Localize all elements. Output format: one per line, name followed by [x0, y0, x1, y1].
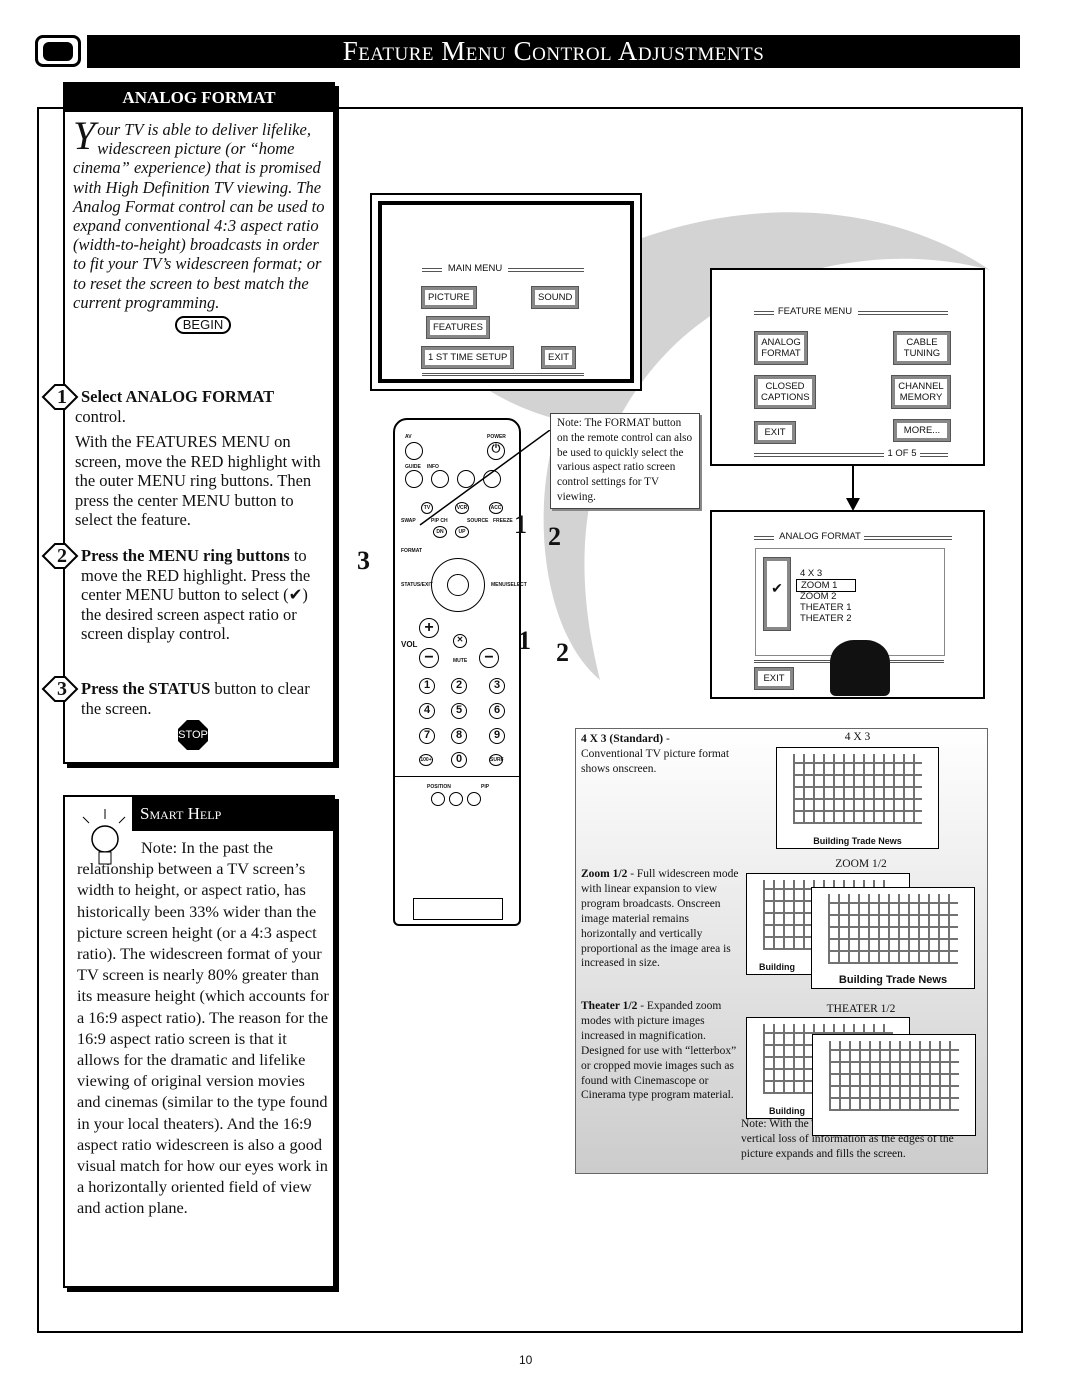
digit-8-button[interactable]: 8	[451, 728, 467, 744]
intro-text: Your TV is able to deliver lifelike, wid…	[73, 113, 333, 335]
main-menu-screen: MAIN MENU PICTURE SOUND FEATURES 1 ST TI…	[370, 193, 642, 391]
step-title: Press the STATUS	[81, 679, 211, 698]
format-4x3-desc: 4 X 3 (Standard) - Conventional TV pictu…	[581, 733, 730, 775]
page-indicator: 1 OF 5	[887, 448, 917, 459]
analog-format-panel: ANALOG FORMAT Your TV is able to deliver…	[41, 82, 335, 764]
more-button[interactable]: MORE...	[893, 419, 951, 442]
format-theater-desc: Theater 1/2 - Expanded zoom modes with p…	[581, 1000, 737, 1102]
vol-label: VOL	[401, 640, 418, 649]
option-theater-1[interactable]: THEATER 1	[800, 602, 852, 613]
format-note: Note: The FORMAT button on the remote co…	[550, 413, 700, 509]
digit-4-button[interactable]: 4	[419, 703, 435, 719]
pip-label: PIP	[481, 784, 490, 790]
volume-down-button[interactable]: −	[419, 648, 439, 668]
step-title: Select ANALOG FORMAT	[81, 387, 275, 406]
format-label: 4 X 3	[844, 731, 871, 743]
format-label: THEATER 1/2	[826, 1003, 896, 1015]
check-icon: ✔	[763, 557, 791, 631]
cable-tuning-button[interactable]: CABLE TUNING	[893, 331, 951, 365]
page-title: Feature Menu Control Adjustments	[87, 35, 1020, 68]
analog-format-button[interactable]: ANALOG FORMAT	[754, 331, 808, 365]
picture-4x3: Building Trade News	[776, 747, 939, 849]
status-exit-label: STATUS/EXIT	[401, 582, 433, 588]
step-title: Press the MENU ring buttons	[81, 546, 290, 565]
arrow-down-icon	[846, 466, 860, 511]
smart-help-panel: Smart Help Note: In the past the relatio…	[63, 795, 335, 1288]
exit-button[interactable]: EXIT	[754, 667, 794, 690]
channel-memory-button[interactable]: CHANNEL MEMORY	[891, 375, 951, 409]
callout-number: 2	[548, 522, 561, 551]
digit-2-button[interactable]: 2	[451, 678, 467, 694]
begin-badge: BEGIN	[174, 316, 232, 335]
pip-button[interactable]	[467, 792, 481, 806]
option-4x3[interactable]: 4 X 3	[800, 568, 822, 579]
position-label: POSITION	[427, 784, 451, 790]
digit-5-button[interactable]: 5	[451, 703, 467, 719]
digit-1-button[interactable]: 1	[419, 678, 435, 694]
exit-button[interactable]: EXIT	[540, 346, 577, 369]
drop-cap: Y	[73, 113, 96, 158]
surf-button[interactable]: SURF	[489, 754, 504, 766]
digit-0-button[interactable]: 0	[451, 752, 467, 768]
stop-icon: STOP	[178, 720, 208, 750]
picture-button[interactable]: PICTURE	[421, 286, 477, 309]
position-button[interactable]	[431, 792, 445, 806]
menu-center-button[interactable]	[447, 574, 469, 596]
formats-panel: 4 X 3 (Standard) - Conventional TV pictu…	[575, 728, 988, 1174]
callout-number: 1	[518, 626, 531, 655]
analog-format-screen: ANALOG FORMAT ✔ 4 X 3 ZOOM 1 ZOOM 2 THEA…	[710, 510, 985, 699]
step-number: 1	[41, 384, 79, 410]
callout-number: 2	[556, 638, 569, 667]
digit-9-button[interactable]: 9	[489, 728, 505, 744]
callout-number: 1	[514, 510, 527, 539]
format-zoom-desc: Zoom 1/2 - Full widescreen mode with lin…	[581, 868, 739, 970]
step-text: control.	[75, 407, 126, 426]
smart-help-text: Note: In the past the relationship betwe…	[77, 838, 329, 1218]
mute-button[interactable]: ✕	[453, 634, 467, 648]
digit-6-button[interactable]: 6	[489, 703, 505, 719]
menu-title: FEATURE MENU	[777, 306, 853, 317]
option-theater-2[interactable]: THEATER 2	[800, 613, 852, 624]
format-label: ZOOM 1/2	[835, 858, 887, 870]
picture-theater-2	[812, 1034, 976, 1136]
person-illustration	[830, 640, 890, 696]
digit-7-button[interactable]: 7	[419, 728, 435, 744]
exit-button[interactable]: EXIT	[754, 421, 796, 444]
pip-button[interactable]	[449, 792, 463, 806]
100-plus-button[interactable]: 100+	[419, 754, 433, 766]
pointer-line	[419, 430, 550, 526]
page-number: 10	[519, 1353, 533, 1367]
menu-title: MAIN MENU	[447, 263, 503, 274]
format-label: FORMAT	[401, 548, 423, 554]
step-number: 2	[41, 543, 79, 569]
panel-heading: ANALOG FORMAT	[65, 84, 333, 112]
intro-body: our TV is able to deliver lifelike, wide…	[73, 120, 325, 312]
menu-title: ANALOG FORMAT	[779, 531, 861, 542]
sound-button[interactable]: SOUND	[530, 286, 580, 309]
menu-select-label: MENU/SELECT	[491, 582, 527, 588]
step-body: With the FEATURES MENU on screen, move t…	[75, 432, 321, 529]
option-zoom-2[interactable]: ZOOM 2	[800, 591, 836, 602]
mute-label: MUTE	[453, 658, 468, 664]
feature-menu-screen: FEATURE MENU ANALOG FORMAT CABLE TUNING …	[710, 268, 985, 466]
channel-down-button[interactable]: −	[479, 648, 499, 668]
volume-up-button[interactable]: +	[419, 618, 439, 638]
smart-help-heading: Smart Help	[132, 797, 333, 831]
first-time-setup-button[interactable]: 1 ST TIME SETUP	[420, 346, 515, 369]
callout-number: 3	[357, 546, 370, 575]
closed-captions-button[interactable]: CLOSED CAPTIONS	[754, 375, 816, 409]
picture-zoom-2: Building Trade News	[811, 887, 975, 989]
digit-3-button[interactable]: 3	[489, 678, 505, 694]
tv-icon	[35, 35, 81, 67]
features-button[interactable]: FEATURES	[426, 316, 490, 339]
step-number: 3	[41, 676, 79, 702]
